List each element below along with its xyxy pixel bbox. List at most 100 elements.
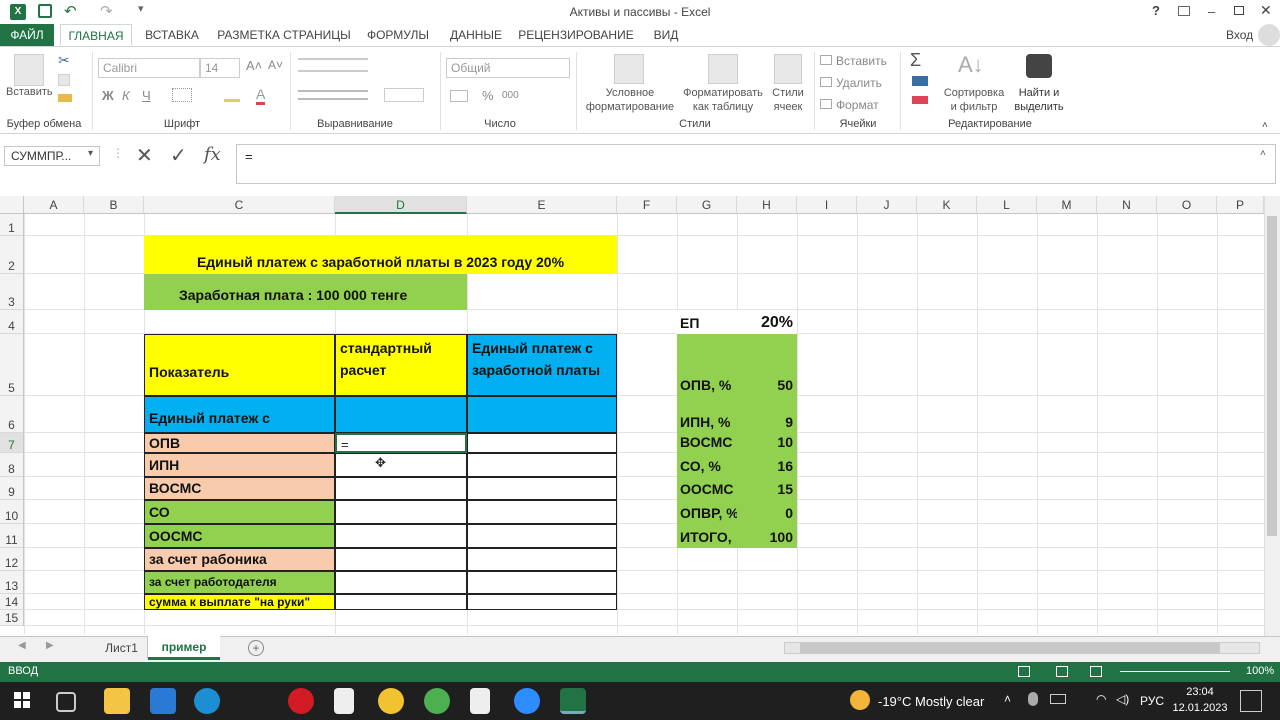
chrome-icon[interactable] bbox=[424, 688, 450, 714]
save-icon[interactable] bbox=[38, 4, 52, 18]
cell-styles-icon[interactable] bbox=[774, 54, 802, 84]
row-header[interactable]: 13 bbox=[0, 571, 24, 594]
header-standard-calc[interactable]: стандартный расчет bbox=[335, 334, 467, 396]
side-label[interactable]: ОПВ, % bbox=[677, 334, 737, 396]
salary-cell[interactable]: Заработная плата : 100 000 тенге bbox=[144, 274, 467, 310]
mail-icon[interactable] bbox=[150, 688, 176, 714]
indicator-label[interactable]: ОПВ bbox=[144, 433, 335, 453]
column-header[interactable]: J bbox=[857, 196, 917, 214]
page-layout-view-icon[interactable] bbox=[1056, 666, 1068, 677]
indicator-label[interactable]: СО bbox=[144, 500, 335, 524]
normal-view-icon[interactable] bbox=[1018, 666, 1030, 677]
binoculars-icon[interactable] bbox=[1026, 54, 1052, 78]
sheet-tab-1[interactable]: Лист1 bbox=[96, 637, 148, 659]
close-button[interactable]: ✕ bbox=[1260, 2, 1272, 19]
side-value[interactable]: 15 bbox=[737, 477, 797, 500]
collapse-ribbon-icon[interactable]: ˄ bbox=[1262, 120, 1268, 131]
insert-function-button[interactable]: fx bbox=[204, 144, 221, 165]
side-value[interactable]: 16 bbox=[737, 453, 797, 477]
start-button-icon[interactable] bbox=[14, 692, 30, 708]
paste-button[interactable]: Вставить bbox=[6, 86, 53, 98]
font-size-select[interactable]: 14 bbox=[200, 58, 240, 78]
tab-insert[interactable]: ВСТАВКА bbox=[138, 24, 206, 46]
tab-data[interactable]: ДАННЫЕ bbox=[444, 24, 508, 46]
row-header[interactable]: 4 bbox=[0, 310, 24, 334]
weather-icon[interactable] bbox=[850, 690, 870, 710]
currency-icon[interactable] bbox=[450, 90, 468, 102]
row-header[interactable]: 2 bbox=[0, 236, 24, 274]
scrollbar-thumb[interactable] bbox=[800, 643, 1220, 653]
conditional-format-icon[interactable] bbox=[614, 54, 644, 84]
scrollbar-thumb[interactable] bbox=[1267, 216, 1277, 536]
format-as-table-icon[interactable] bbox=[708, 54, 738, 84]
weather-text[interactable]: -19°C Mostly clear bbox=[878, 694, 984, 709]
horizontal-align-icons[interactable] bbox=[298, 90, 368, 100]
row-header[interactable]: 10 bbox=[0, 500, 24, 524]
file-explorer-icon[interactable] bbox=[104, 688, 130, 714]
format-as-table-button[interactable]: Форматировать как таблицу bbox=[680, 86, 766, 114]
sheet-title[interactable]: Единый платеж с заработной платы в 2023 … bbox=[144, 236, 617, 274]
sort-filter-icon[interactable]: A↓ bbox=[958, 52, 984, 78]
restore-button[interactable] bbox=[1234, 6, 1244, 15]
side-value[interactable]: 10 bbox=[737, 433, 797, 453]
tab-review[interactable]: РЕЦЕНЗИРОВАНИЕ bbox=[518, 24, 634, 46]
page-break-view-icon[interactable] bbox=[1090, 666, 1102, 677]
insert-cells-button[interactable]: Вставить bbox=[820, 54, 887, 68]
indicator-label[interactable]: ВОСМС bbox=[144, 477, 335, 500]
next-sheet-icon[interactable]: ▶ bbox=[46, 640, 54, 651]
table-cell[interactable] bbox=[467, 594, 617, 610]
sheet-tab-active[interactable]: пример bbox=[148, 636, 220, 660]
row-header[interactable]: 9 bbox=[0, 477, 24, 500]
column-header[interactable]: E bbox=[467, 196, 617, 214]
table-cell[interactable] bbox=[467, 548, 617, 571]
1c-icon[interactable] bbox=[378, 688, 404, 714]
side-value[interactable]: 0 bbox=[737, 500, 797, 524]
format-cells-button[interactable]: Формат bbox=[820, 98, 879, 112]
zoom-slider[interactable] bbox=[1120, 671, 1230, 672]
column-header[interactable]: L bbox=[977, 196, 1037, 214]
row-header[interactable]: 15 bbox=[0, 610, 24, 626]
find-select-button[interactable]: Найти и выделить bbox=[1006, 86, 1072, 114]
side-label[interactable]: ЕП bbox=[677, 310, 737, 334]
opera-icon[interactable] bbox=[288, 688, 314, 714]
document-icon[interactable] bbox=[470, 688, 490, 714]
edge-icon[interactable] bbox=[194, 688, 220, 714]
table-cell[interactable] bbox=[335, 594, 467, 610]
undo-icon[interactable]: ↶ bbox=[64, 2, 77, 20]
grow-font-icon[interactable]: A˄ bbox=[246, 58, 262, 73]
conditional-format-button[interactable]: Условное форматирование bbox=[582, 86, 678, 114]
side-label[interactable]: СО, % bbox=[677, 453, 737, 477]
fill-color-icon[interactable] bbox=[224, 88, 240, 102]
table-cell[interactable] bbox=[467, 433, 617, 453]
notifications-icon[interactable] bbox=[1240, 690, 1262, 712]
row-header[interactable]: 5 bbox=[0, 334, 24, 396]
table-cell[interactable] bbox=[467, 396, 617, 433]
indicator-label[interactable]: ООСМС bbox=[144, 524, 335, 548]
prev-sheet-icon[interactable]: ◀ bbox=[18, 640, 26, 651]
zoom-level[interactable]: 100% bbox=[1246, 665, 1274, 677]
table-cell[interactable] bbox=[335, 500, 467, 524]
row-header[interactable]: 1 bbox=[0, 214, 24, 236]
column-header[interactable]: H bbox=[737, 196, 797, 214]
side-value[interactable]: 100 bbox=[737, 524, 797, 548]
minimize-button[interactable]: – bbox=[1208, 4, 1215, 19]
document-icon[interactable] bbox=[334, 688, 354, 714]
italic-button[interactable]: К bbox=[122, 88, 130, 103]
autosum-icon[interactable]: Σ bbox=[910, 50, 921, 71]
excel-taskbar-icon[interactable] bbox=[560, 688, 586, 714]
table-cell[interactable] bbox=[467, 477, 617, 500]
format-painter-icon[interactable] bbox=[58, 94, 72, 102]
header-indicator[interactable]: Показатель bbox=[144, 334, 335, 396]
column-header[interactable]: B bbox=[84, 196, 144, 214]
underline-button[interactable]: Ч bbox=[142, 88, 151, 103]
side-value[interactable]: 50 bbox=[737, 334, 797, 396]
thousands-button[interactable]: 000 bbox=[502, 90, 519, 101]
table-cell[interactable] bbox=[335, 453, 467, 477]
sort-filter-button[interactable]: Сортировка и фильтр bbox=[940, 86, 1008, 114]
row-header[interactable]: 6 bbox=[0, 396, 24, 433]
redo-icon[interactable]: ↷ bbox=[100, 2, 113, 20]
indicator-label[interactable]: за счет работодателя bbox=[144, 571, 335, 594]
row-header[interactable]: 3 bbox=[0, 274, 24, 310]
side-label[interactable]: ИПН, % bbox=[677, 396, 737, 433]
column-header[interactable]: I bbox=[797, 196, 857, 214]
